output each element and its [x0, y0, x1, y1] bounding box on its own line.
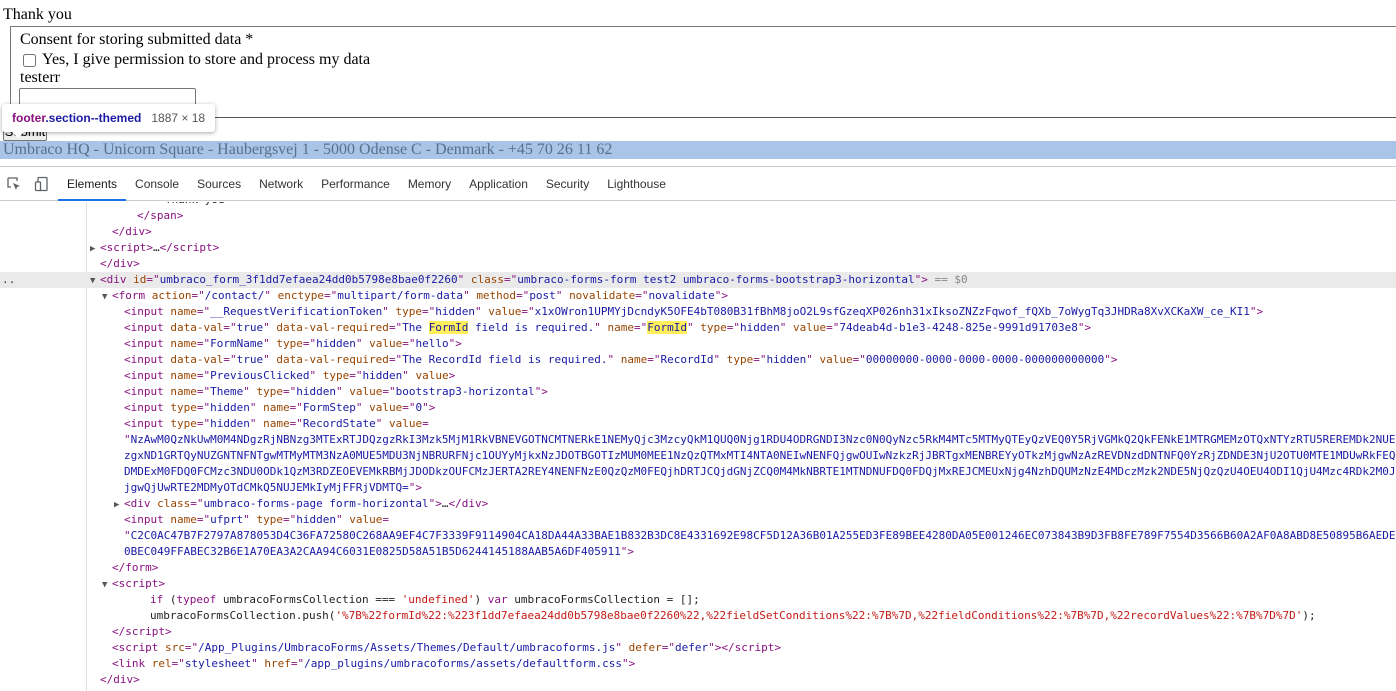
expand-toggle-icon[interactable]: ▼	[102, 289, 112, 305]
node-markup: <input name="PreviousClicked" type="hidd…	[124, 369, 456, 382]
dom-node[interactable]: zgxND1GRTQyNUZGNTNFNTgwMTMyMTM3NzA0MUE5M…	[0, 448, 1396, 464]
page-viewport: Thank you Consent for storing submitted …	[0, 0, 1396, 166]
inspect-tooltip: footer.section--themed 1887 × 18	[2, 104, 216, 138]
node-markup: </div>	[100, 257, 140, 270]
consent-option[interactable]: Yes, I give permission to store and proc…	[23, 51, 370, 69]
node-markup: ▼ <script>	[102, 576, 165, 593]
dom-node[interactable]: "NzAwM0QzNkUwM0M4NDgzRjNBNzg3MTExRTJDQzg…	[0, 432, 1396, 448]
dom-node[interactable]: <input name="FormName" type="hidden" val…	[0, 336, 1396, 352]
dom-node[interactable]: DMDExM0FDQ0FCMzc3NDU0ODk1QzM3RDZEOEVEMkR…	[0, 464, 1396, 480]
consent-option-label: Yes, I give permission to store and proc…	[42, 51, 371, 68]
node-markup: "NzAwM0QzNkUwM0M4NDgzRjNBNzg3MTExRTJDQzg…	[124, 433, 1396, 446]
dom-node[interactable]: <input name="ufprt" type="hidden" value=	[0, 512, 1396, 528]
tab-console[interactable]: Console	[126, 167, 188, 201]
dom-node[interactable]: umbracoFormsCollection.push('%7B%22formI…	[0, 608, 1396, 624]
tab-application[interactable]: Application	[460, 167, 537, 201]
node-markup: ▼ <div id="umbraco_form_3f1dd7efaea24dd0b…	[90, 272, 968, 289]
expand-toggle-icon[interactable]: ▼	[102, 577, 112, 593]
dom-node[interactable]: <script src="/App_Plugins/UmbracoForms/A…	[0, 640, 1396, 656]
tooltip-tag: footer	[12, 111, 46, 125]
dom-node[interactable]: <link rel="stylesheet" href="/app_plugin…	[0, 656, 1396, 672]
tab-security[interactable]: Security	[537, 167, 598, 201]
dom-node[interactable]: </div>	[0, 224, 1396, 240]
dom-tree: Thank you</span></div>▶<script>…</script…	[0, 202, 1396, 691]
consent-fieldset: Consent for storing submitted data * Yes…	[10, 26, 1396, 118]
dom-node[interactable]: <input name="__RequestVerificationToken"…	[0, 304, 1396, 320]
expand-toggle-icon[interactable]: ▶	[90, 241, 100, 257]
dom-node[interactable]: </div>	[0, 256, 1396, 272]
tab-lighthouse[interactable]: Lighthouse	[598, 167, 675, 201]
node-markup: ▼ <form action="/contact/" enctype="multi…	[102, 288, 728, 305]
expand-toggle-icon[interactable]: ▶	[114, 497, 124, 513]
node-markup: ▶ <script>…</script>	[90, 240, 219, 257]
node-markup: umbracoFormsCollection.push('%7B%22formI…	[150, 609, 1316, 622]
tab-sources[interactable]: Sources	[188, 167, 250, 201]
dom-node[interactable]: <input type="hidden" name="RecordState" …	[0, 416, 1396, 432]
elements-tree: Thank you</span></div>▶<script>…</script…	[0, 202, 1396, 691]
node-markup: <input name="__RequestVerificationToken"…	[124, 305, 1264, 318]
node-markup: zgxND1GRTQyNUZGNTNFNTgwMTMyMTM3NzA0MUE5M…	[124, 449, 1396, 462]
devtools-panel: Elements Console Sources Network Performance…	[0, 166, 1396, 691]
node-markup: ▶ <div class="umbraco-forms-page form-hor…	[114, 496, 488, 513]
node-markup: <input data-val="true" data-val-required…	[124, 353, 1118, 366]
tooltip-dimensions: 1887 × 18	[151, 111, 206, 125]
dom-node[interactable]: ▶ <div class="umbraco-forms-page form-hor…	[0, 496, 1396, 512]
tab-network[interactable]: Network	[250, 167, 312, 201]
dom-node[interactable]: "C2C0AC47B7F2797A878053D4C36FA72580C268A…	[0, 528, 1396, 544]
node-markup: </div>	[100, 673, 140, 686]
tab-elements[interactable]: Elements	[58, 167, 127, 201]
node-markup: <input type="hidden" name="RecordState" …	[124, 417, 429, 430]
node-menu-dots[interactable]: ..	[2, 272, 15, 288]
node-markup: <input name="FormName" type="hidden" val…	[124, 337, 462, 350]
dom-node[interactable]: </form>	[0, 560, 1396, 576]
node-markup: DMDExM0FDQ0FCMzc3NDU0ODk1QzM3RDZEOEVEMkR…	[124, 465, 1396, 478]
node-markup: <input name="ufprt" type="hidden" value=	[124, 513, 389, 526]
devtools-toolbar: Elements Console Sources Network Performance…	[0, 167, 1396, 201]
dom-node[interactable]: jgwQjUwRTE2MDMyOTdCMkQ5NUJEMkIyMjFFRjVDM…	[0, 480, 1396, 496]
node-markup: "C2C0AC47B7F2797A878053D4C36FA72580C268A…	[124, 529, 1396, 542]
node-markup: <script src="/App_Plugins/UmbracoForms/A…	[112, 641, 781, 654]
dom-node[interactable]: <input name="Theme" type="hidden" value=…	[0, 384, 1396, 400]
dom-node[interactable]: <input data-val="true" data-val-required…	[0, 320, 1396, 336]
footer-address: Umbraco HQ - Unicorn Square - Haubergsve…	[0, 141, 1396, 159]
node-markup: <input name="Theme" type="hidden" value=…	[124, 385, 548, 398]
node-markup: <input data-val="true" data-val-required…	[124, 321, 1092, 334]
dom-node[interactable]: </div>	[0, 672, 1396, 688]
dom-node[interactable]: ▼ <script>	[0, 576, 1396, 592]
node-markup: </script>	[112, 625, 172, 638]
expand-toggle-icon[interactable]: ▼	[90, 273, 100, 289]
inspect-element-icon[interactable]	[0, 167, 28, 201]
device-toolbar-icon[interactable]	[28, 167, 56, 201]
tooltip-arrow	[12, 132, 24, 138]
tab-performance[interactable]: Performance	[312, 167, 399, 201]
dom-node[interactable]: </span>	[0, 208, 1396, 224]
dom-node[interactable]: ▼ <form action="/contact/" enctype="multi…	[0, 288, 1396, 304]
tooltip-class: .section--themed	[45, 111, 142, 125]
node-markup: <input type="hidden" name="FormStep" val…	[124, 401, 436, 414]
consent-label: Consent for storing submitted data *	[20, 31, 254, 48]
consent-checkbox[interactable]	[23, 53, 36, 67]
node-markup: </div>	[112, 225, 152, 238]
dom-node[interactable]: <input name="PreviousClicked" type="hidd…	[0, 368, 1396, 384]
node-markup: </span>	[137, 209, 184, 222]
tab-memory[interactable]: Memory	[399, 167, 460, 201]
node-markup: <link rel="stylesheet" href="/app_plugin…	[112, 657, 636, 670]
dom-node[interactable]: <input type="hidden" name="FormStep" val…	[0, 400, 1396, 416]
dom-node[interactable]: <input data-val="true" data-val-required…	[0, 352, 1396, 368]
node-markup: if (typeof umbracoFormsCollection === 'u…	[150, 593, 700, 606]
dom-node-selected[interactable]: .. ▼ <div id="umbraco_form_3f1dd7efaea24dd…	[0, 272, 1396, 288]
dom-node[interactable]: ▶ <script>…</script>	[0, 240, 1396, 256]
node-markup: 0BEC049FFABEC32B6E1A70EA3A2CAA94C6031E08…	[124, 545, 634, 558]
dom-node[interactable]: if (typeof umbracoFormsCollection === 'u…	[0, 592, 1396, 608]
dom-node[interactable]: </script>	[0, 624, 1396, 640]
dom-node[interactable]: 0BEC049FFABEC32B6E1A70EA3A2CAA94C6031E08…	[0, 544, 1396, 560]
thank-you-text: Thank you	[3, 6, 72, 23]
node-markup: jgwQjUwRTE2MDMyOTdCMkQ5NUJEMkIyMjFFRjVDM…	[124, 481, 423, 494]
node-markup: </form>	[112, 561, 159, 574]
devtools-tabs: Elements Console Sources Network Performance…	[58, 167, 675, 201]
testerr-label: testerr	[20, 69, 60, 86]
